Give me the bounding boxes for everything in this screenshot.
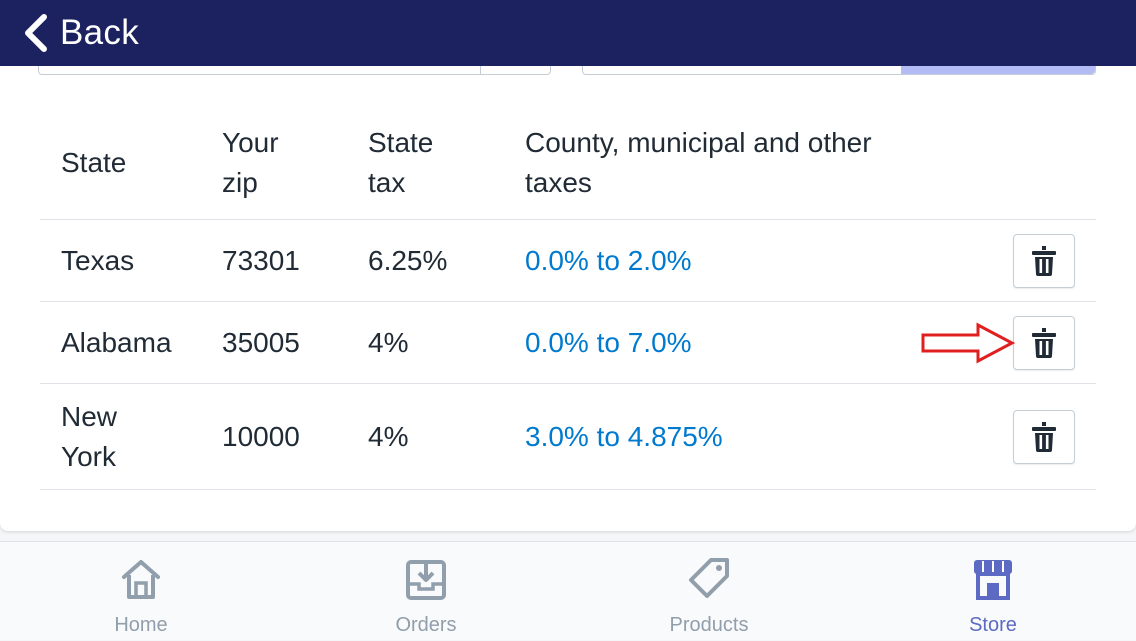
bottom-tab-bar: Home Orders Products Store [0,541,1136,640]
back-label: Back [60,13,140,52]
row-divider [40,383,1096,384]
chevron-left-icon [25,14,47,52]
nav-header: Back [0,0,1136,66]
cell-state-tax-alabama: 4% [368,327,409,358]
cell-state-tax-newyork: 4% [368,421,409,452]
cell-state-tax-texas: 6.25% [368,245,448,276]
cell-other-taxes-alabama-link[interactable]: 0.0% to 7.0% [525,323,692,363]
home-icon [122,560,160,599]
header-other-taxes-line2: taxes [525,167,592,198]
back-button[interactable]: Back [22,8,139,58]
cell-state-texas: Texas [61,245,135,276]
row-divider [40,219,1096,220]
trash-icon [1032,246,1056,276]
header-state: State [61,147,127,178]
tab-home[interactable]: Home [41,542,241,641]
row-divider [40,489,1096,490]
delete-alabama-button[interactable] [1013,316,1075,370]
header-zip-line1: Your [222,127,279,158]
cell-zip-texas: 73301 [222,245,300,276]
header-zip-line2: zip [222,167,258,198]
tab-orders[interactable]: Orders [326,542,526,641]
tab-store-label: Store [969,614,1017,636]
header-state-tax-line2: tax [368,167,406,198]
trash-icon [1032,328,1056,358]
cell-state-newyork-line1: New [61,401,118,432]
row-divider [40,301,1096,302]
cell-other-taxes-texas-link[interactable]: 0.0% to 2.0% [525,241,692,281]
tab-products[interactable]: Products [609,542,809,641]
cell-zip-newyork: 10000 [222,421,300,452]
delete-newyork-button[interactable] [1013,410,1075,464]
tag-icon [689,558,729,598]
annotation-arrow-icon [921,322,1016,364]
cell-state-alabama: Alabama [61,327,172,358]
tab-products-label: Products [669,614,749,636]
orders-icon [406,560,446,600]
tab-orders-label: Orders [395,614,457,636]
cell-state-newyork-line2: York [61,441,117,472]
cell-other-taxes-newyork-link[interactable]: 3.0% to 4.875% [525,417,723,457]
delete-texas-button[interactable] [1013,234,1075,288]
store-icon [974,560,1012,600]
tax-card [0,40,1136,531]
cell-zip-alabama: 35005 [222,327,300,358]
header-other-taxes-line1: County, municipal and other [525,127,872,158]
header-state-tax-line1: State [368,127,434,158]
tab-home-label: Home [114,614,168,636]
tab-store[interactable]: Store [893,542,1093,641]
trash-icon [1032,422,1056,452]
